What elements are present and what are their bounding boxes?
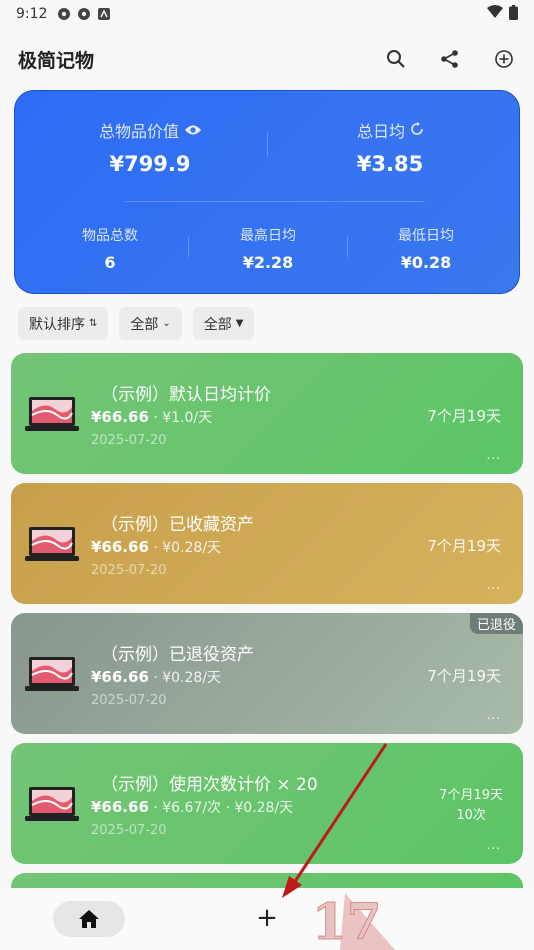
refresh-icon[interactable] <box>411 121 423 140</box>
total-value-label: 总物品价值 <box>98 122 179 141</box>
search-icon[interactable] <box>384 47 408 71</box>
app-title: 极简记物 <box>18 49 95 72</box>
filter-chip-label: 全部 <box>203 316 232 333</box>
item-rate: · ¥0.28/天 <box>148 670 222 686</box>
filter-bar: 默认排序 ⇅ 全部 ⌄ 全部 ▼ <box>18 307 255 340</box>
sort-icon: ⇅ <box>89 318 98 329</box>
item-date: 2025-07-20 <box>91 823 167 838</box>
min-daily-block: 最低日均 ¥0.28 <box>361 225 491 272</box>
divider <box>267 133 268 157</box>
daily-avg: ¥3.85 <box>356 152 424 176</box>
retired-badge: 已退役 <box>469 613 523 634</box>
settings-gear-status-icon <box>57 7 71 21</box>
bottom-nav: + <box>0 888 534 950</box>
status-time: 9:12 <box>16 6 48 22</box>
item-date: 2025-07-20 <box>91 693 167 708</box>
status-bar: 9:12 <box>0 0 534 28</box>
more-options-icon[interactable]: ... <box>487 838 501 852</box>
max-daily-value: ¥2.28 <box>242 253 294 272</box>
summary-card: 总物品价值 ¥799.9 总日均 ¥3.85 物品总数 6 最高日均 ¥2.28… <box>14 90 520 294</box>
divider <box>125 201 425 202</box>
item-price: ¥66.66 <box>91 538 149 556</box>
item-price: ¥66.66 <box>91 408 149 426</box>
add-circle-icon[interactable] <box>492 47 516 71</box>
daily-avg-block[interactable]: 总日均 ¥3.85 <box>295 118 485 176</box>
daily-avg-label: 总日均 <box>356 122 405 141</box>
item-duration: 7个月19天 <box>427 407 501 425</box>
chevron-down-icon: ⌄ <box>162 318 171 329</box>
wifi-icon <box>487 5 503 23</box>
min-daily-label: 最低日均 <box>398 228 454 244</box>
watermark: 17 <box>312 892 383 950</box>
item-uses: 10次 <box>456 808 486 823</box>
more-options-icon[interactable]: ... <box>487 708 501 722</box>
list-item[interactable]: （示例）已收藏资产 ¥66.66 · ¥0.28/天 2025-07-20 7个… <box>11 483 523 604</box>
divider <box>347 237 348 257</box>
scope-chip[interactable]: 全部 ⌄ <box>119 307 182 340</box>
item-name: （示例）已退役资产 <box>101 645 254 665</box>
app-bar: 极简记物 <box>0 38 534 80</box>
count-block: 物品总数 6 <box>45 225 175 272</box>
item-date: 2025-07-20 <box>91 433 167 448</box>
funnel-icon: ▼ <box>235 318 244 329</box>
laptop-icon <box>25 397 79 431</box>
item-rate: · ¥6.67/次 · ¥0.28/天 <box>148 800 294 816</box>
item-duration: 7个月19天 <box>439 788 503 803</box>
count-label: 物品总数 <box>82 228 138 244</box>
list-item[interactable]: （示例）默认日均计价 ¥66.66 · ¥1.0/天 2025-07-20 7个… <box>11 353 523 474</box>
filter-chip[interactable]: 全部 ▼ <box>192 307 255 340</box>
total-value-block[interactable]: 总物品价值 ¥799.9 <box>55 118 245 176</box>
count-value: 6 <box>104 253 116 272</box>
list-item[interactable]: （示例）使用次数计价 × 20 ¥66.66 · ¥6.67/次 · ¥0.28… <box>11 743 523 864</box>
auto-icon <box>97 7 111 21</box>
item-duration: 7个月19天 <box>427 537 501 555</box>
battery-icon <box>509 4 518 24</box>
laptop-icon <box>25 787 79 821</box>
max-daily-block: 最高日均 ¥2.28 <box>203 225 333 272</box>
home-icon <box>79 910 99 928</box>
sort-chip-label: 默认排序 <box>29 316 85 333</box>
item-price: ¥66.66 <box>91 798 149 816</box>
share-icon[interactable] <box>438 47 462 71</box>
item-rate: · ¥1.0/天 <box>148 410 213 426</box>
sort-chip[interactable]: 默认排序 ⇅ <box>18 307 109 340</box>
eye-icon[interactable] <box>185 121 201 140</box>
laptop-icon <box>25 657 79 691</box>
item-rate: · ¥0.28/天 <box>148 540 222 556</box>
scope-chip-label: 全部 <box>130 316 159 333</box>
item-name: （示例）使用次数计价 × 20 <box>101 775 318 795</box>
min-daily-value: ¥0.28 <box>400 253 452 272</box>
total-value: ¥799.9 <box>109 152 191 176</box>
more-options-icon[interactable]: ... <box>487 578 501 592</box>
item-date: 2025-07-20 <box>91 563 167 578</box>
item-price: ¥66.66 <box>91 668 149 686</box>
max-daily-label: 最高日均 <box>240 228 296 244</box>
item-duration: 7个月19天 <box>427 667 501 685</box>
list-item[interactable]: 已退役 （示例）已退役资产 ¥66.66 · ¥0.28/天 2025-07-2… <box>11 613 523 734</box>
laptop-icon <box>25 527 79 561</box>
item-name: （示例）已收藏资产 <box>101 515 254 535</box>
more-options-icon[interactable]: ... <box>487 448 501 462</box>
item-name: （示例）默认日均计价 <box>101 385 271 405</box>
settings-gear-status-icon-2 <box>77 7 91 21</box>
divider <box>188 237 189 257</box>
nav-home[interactable] <box>53 901 125 937</box>
add-item-button[interactable]: + <box>254 903 280 933</box>
